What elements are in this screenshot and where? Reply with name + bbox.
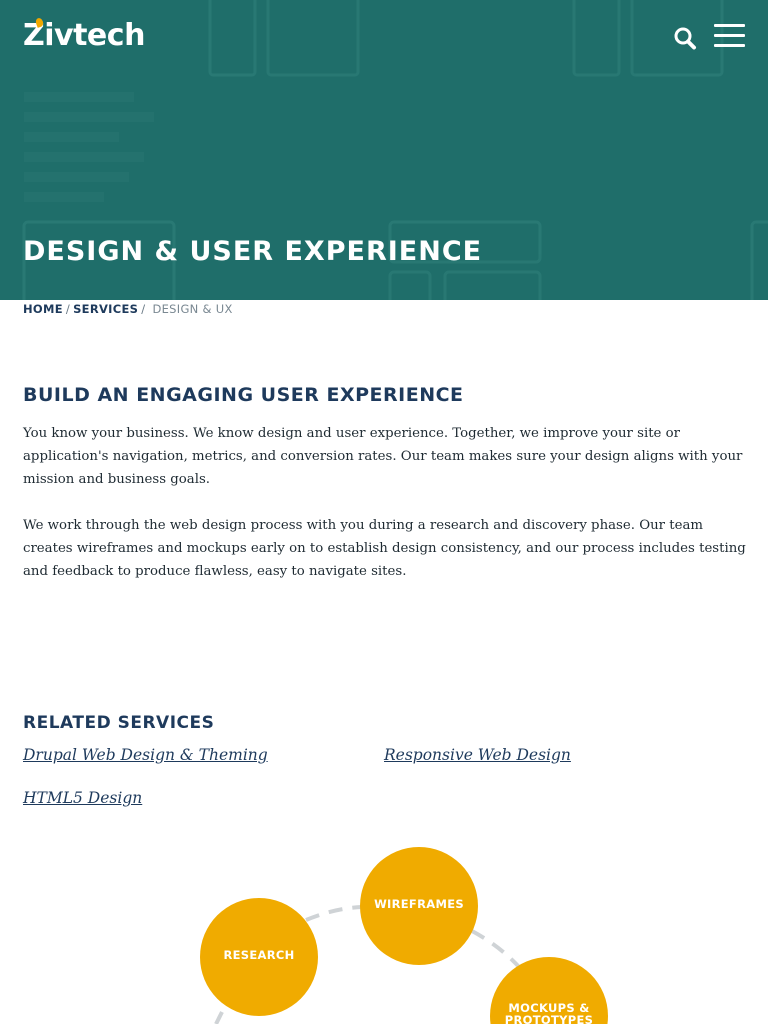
- related-link-responsive-design[interactable]: Responsive Web Design: [384, 746, 571, 764]
- breadcrumb-separator: /: [65, 302, 71, 316]
- breadcrumb-home-link[interactable]: HOME: [23, 302, 63, 316]
- process-step-mockups: MOCKUPS & PROTOTYPES: [490, 957, 608, 1024]
- process-step-research: RESEARCH: [200, 898, 318, 1016]
- process-paragraph: We work through the web design process w…: [23, 518, 746, 579]
- search-icon: [674, 27, 696, 50]
- zivtech-logo[interactable]: Zivtech: [23, 17, 145, 53]
- process-connector: [471, 929, 522, 970]
- design-process-diagram: RESEARCH WIREFRAMES MOCKUPS & PROTOTYPES: [200, 847, 608, 1024]
- research-label: RESEARCH: [223, 948, 294, 962]
- process-connector: [305, 905, 363, 922]
- mockups-label-line2: PROTOTYPES: [505, 1013, 593, 1024]
- related-link-drupal-design[interactable]: Drupal Web Design & Theming: [23, 746, 268, 764]
- process-step-wireframes: WIREFRAMES: [360, 847, 478, 965]
- search-button[interactable]: [672, 24, 700, 52]
- breadcrumb-services-link[interactable]: SERVICES: [73, 302, 138, 316]
- section-heading: BUILD AN ENGAGING USER EXPERIENCE: [23, 384, 464, 406]
- related-link-html5-design[interactable]: HTML5 Design: [23, 789, 142, 807]
- menu-bar: [714, 24, 745, 27]
- intro-paragraph: You know your business. We know design a…: [23, 426, 743, 487]
- menu-bar: [714, 34, 745, 37]
- process-connector: [214, 1011, 224, 1024]
- related-services-heading: RELATED SERVICES: [23, 713, 215, 733]
- wireframes-label: WIREFRAMES: [374, 897, 464, 911]
- page-title: DESIGN & USER EXPERIENCE: [23, 236, 483, 267]
- hero-banner: Zivtech DESIGN & USER EXPERIENCE: [0, 0, 768, 300]
- hamburger-menu-button[interactable]: [714, 24, 746, 50]
- breadcrumb: HOME / SERVICES / DESIGN & UX: [23, 302, 233, 316]
- breadcrumb-separator: /: [141, 302, 146, 316]
- breadcrumb-current: DESIGN & UX: [152, 302, 233, 316]
- menu-bar: [714, 44, 745, 47]
